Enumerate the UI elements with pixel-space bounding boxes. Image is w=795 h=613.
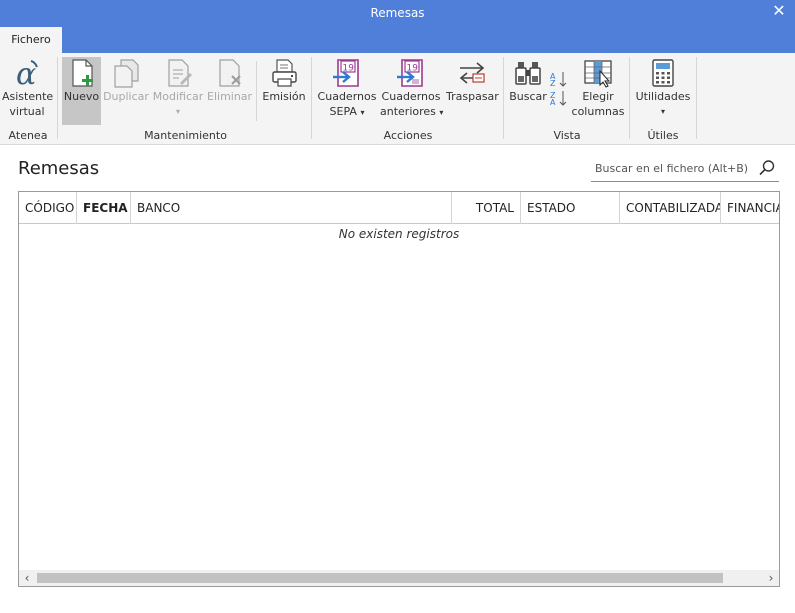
scroll-right-icon[interactable]: › <box>763 570 779 586</box>
tab-fichero[interactable]: Fichero <box>0 27 62 53</box>
group-separator <box>503 57 504 139</box>
emision-button[interactable]: Emisión <box>262 57 306 127</box>
sort-button[interactable]: A Z Z A <box>548 57 570 107</box>
transfer-icon <box>459 62 485 84</box>
new-document-icon <box>71 59 93 87</box>
sepa-label-2-row: SEPA ▾ <box>317 104 377 120</box>
svg-text:Z: Z <box>550 79 556 88</box>
grid-header: CÓDIGO FECHA BANCO TOTAL ESTADO CONTABIL… <box>19 192 779 224</box>
utilidades-label: Utilidades <box>635 90 691 103</box>
columnas-label-2: columnas <box>571 105 625 118</box>
scrollbar-thumb[interactable] <box>37 573 723 583</box>
alpha-icon: α <box>16 57 38 89</box>
column-header-codigo[interactable]: CÓDIGO <box>19 192 77 224</box>
empty-message: No existen registros <box>338 227 460 241</box>
group-label-vista: Vista <box>553 129 581 142</box>
column-header-fecha[interactable]: FECHA <box>77 192 131 224</box>
close-icon[interactable]: ✕ <box>770 2 788 20</box>
emision-label: Emisión <box>262 90 306 103</box>
traspasar-button[interactable]: Traspasar <box>446 57 499 127</box>
ribbon-tab-strip: Fichero <box>0 27 795 53</box>
eliminar-label: Eliminar <box>207 90 253 103</box>
asistente-virtual-button[interactable]: α Asistente virtual <box>2 57 54 127</box>
column-header-total[interactable]: TOTAL <box>452 192 521 224</box>
group-separator <box>311 57 312 139</box>
svg-text:A: A <box>550 98 556 107</box>
choose-columns-icon <box>584 60 612 88</box>
elegir-columnas-button[interactable]: Elegir columnas <box>571 57 625 127</box>
search-box <box>591 155 779 182</box>
sepa-19-old-icon: 19 <box>397 59 423 87</box>
sepa-label-1: Cuadernos <box>317 90 377 103</box>
sepa-label-2: SEPA <box>329 105 357 118</box>
group-label-atenea: Atenea <box>8 129 48 142</box>
modificar-label: Modificar <box>152 90 204 103</box>
utilidades-dropdown-icon: ▾ <box>660 107 665 116</box>
scroll-left-icon[interactable]: ‹ <box>19 570 35 586</box>
asistente-label-1: Asistente <box>2 90 54 103</box>
group-label-mantenimiento: Mantenimiento <box>144 129 227 142</box>
sort-az-icon: A Z Z A <box>550 72 567 107</box>
modificar-button[interactable]: Modificar ▾ <box>152 57 204 127</box>
column-header-estado[interactable]: ESTADO <box>521 192 620 224</box>
cuadernos-anteriores-button[interactable]: 19 Cuadernos anteriores ▾ <box>380 57 444 127</box>
anteriores-label-2: anteriores <box>380 105 436 118</box>
traspasar-label: Traspasar <box>446 90 499 103</box>
cuadernos-sepa-button[interactable]: 19 Cuadernos SEPA ▾ <box>317 57 377 127</box>
ribbon: α Asistente virtual Atenea Nuevo Duplica… <box>0 53 795 145</box>
page-title: Remesas <box>18 158 100 179</box>
search-icon[interactable] <box>758 159 776 177</box>
duplicate-icon <box>114 59 139 88</box>
duplicar-button[interactable]: Duplicar <box>103 57 149 127</box>
utilidades-button[interactable]: Utilidades ▾ <box>634 57 692 127</box>
anteriores-label-1: Cuadernos <box>381 90 441 103</box>
anteriores-label-2-row: anteriores ▾ <box>380 104 444 120</box>
edit-document-icon <box>168 59 192 87</box>
sepa-dropdown-icon: ▾ <box>360 108 365 117</box>
buscar-label: Buscar <box>509 90 547 103</box>
columnas-label-1: Elegir <box>582 90 614 103</box>
title-bar: Remesas ✕ <box>0 0 795 27</box>
delete-document-icon <box>219 59 241 87</box>
group-label-utiles: Útiles <box>647 129 679 142</box>
group-separator <box>629 57 630 139</box>
modificar-dropdown-icon: ▾ <box>175 107 180 116</box>
calculator-icon <box>652 59 674 87</box>
nuevo-label: Nuevo <box>63 90 100 103</box>
duplicar-label: Duplicar <box>103 90 149 103</box>
group-separator <box>57 57 58 139</box>
nuevo-button[interactable]: Nuevo <box>62 57 101 125</box>
search-input[interactable] <box>595 159 755 177</box>
column-header-banco[interactable]: BANCO <box>131 192 452 224</box>
asistente-label-2: virtual <box>9 105 45 118</box>
window-title: Remesas <box>370 6 425 20</box>
group-separator <box>696 57 697 139</box>
column-header-financiada[interactable]: FINANCIADA <box>721 192 779 224</box>
data-grid: CÓDIGO FECHA BANCO TOTAL ESTADO CONTABIL… <box>18 191 780 587</box>
binoculars-icon <box>515 62 541 85</box>
group-label-acciones: Acciones <box>383 129 433 142</box>
horizontal-scrollbar[interactable]: ‹ › <box>19 570 779 586</box>
inner-separator <box>256 61 257 121</box>
eliminar-button[interactable]: Eliminar <box>207 57 253 127</box>
sepa-19-icon: 19 <box>333 59 359 87</box>
buscar-button[interactable]: Buscar <box>508 57 548 127</box>
column-header-contabilizada[interactable]: CONTABILIZADA <box>620 192 721 224</box>
anteriores-dropdown-icon: ▾ <box>439 108 444 117</box>
printer-icon <box>272 59 297 87</box>
